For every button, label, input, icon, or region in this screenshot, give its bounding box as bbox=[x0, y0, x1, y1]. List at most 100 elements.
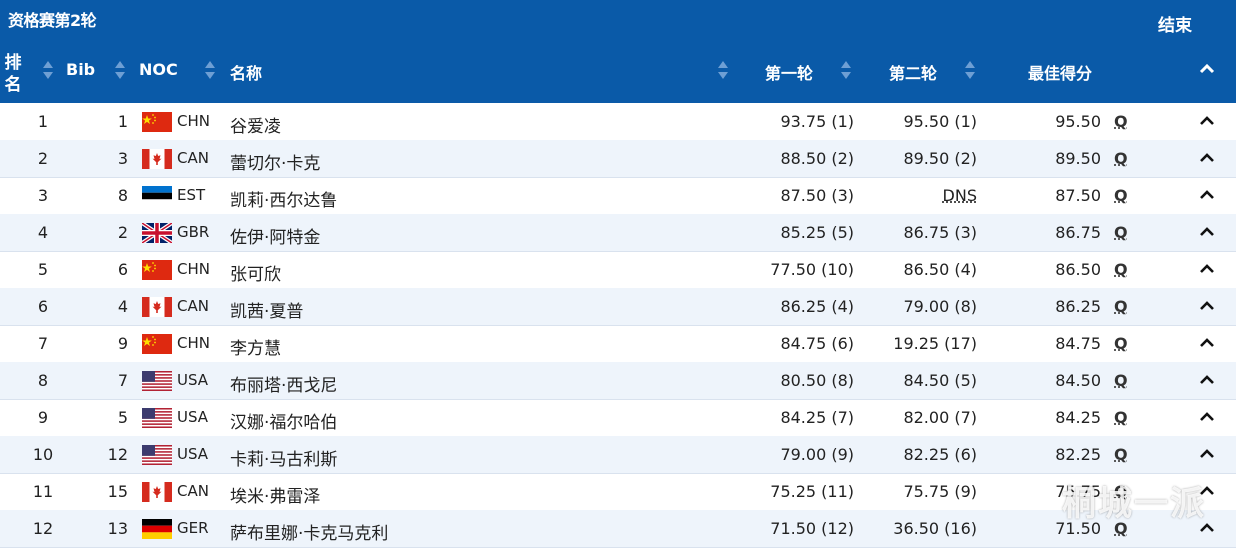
noc-cell: GER bbox=[177, 519, 209, 537]
row-expand-chevron-icon[interactable] bbox=[1198, 261, 1216, 277]
row-expand-chevron-icon[interactable] bbox=[1198, 335, 1216, 351]
flag-chn-icon bbox=[142, 334, 172, 354]
qualified-badge[interactable]: Q bbox=[1114, 186, 1128, 205]
qualified-badge[interactable]: Q bbox=[1114, 445, 1128, 464]
table-row[interactable]: 9 5 USA 汉娜·福尔哈伯 84.25 (7) 82.00 (7) 84.25 Q bbox=[0, 399, 1236, 437]
rank-cell: 9 bbox=[28, 408, 58, 427]
noc-cell: USA bbox=[177, 408, 208, 426]
flag-gbr-icon bbox=[142, 223, 172, 243]
athlete-name[interactable]: 埃米·弗雷泽 bbox=[230, 482, 320, 507]
watermark: 桐城一派 bbox=[1062, 476, 1206, 525]
qualified-badge[interactable]: Q bbox=[1114, 297, 1128, 316]
best-score: 95.50 bbox=[1020, 112, 1101, 131]
col-best-header[interactable]: 最佳得分 bbox=[1028, 60, 1092, 84]
col-run1-header[interactable]: 第一轮 bbox=[765, 60, 813, 84]
flag-can-icon bbox=[142, 149, 172, 169]
qualified-badge[interactable]: Q bbox=[1114, 149, 1128, 168]
rank-cell: 1 bbox=[28, 112, 58, 131]
table-row[interactable]: 6 4 CAN 凯茜·夏普 86.25 (4) 79.00 (8) 86.25 Q bbox=[0, 288, 1236, 326]
rank-cell: 10 bbox=[28, 445, 58, 464]
best-score: 82.25 bbox=[1020, 445, 1101, 464]
table-row[interactable]: 1 1 CHN 谷爱凌 93.75 (1) 95.50 (1) 95.50 Q bbox=[0, 103, 1236, 141]
athlete-name[interactable]: 布丽塔·西戈尼 bbox=[230, 371, 337, 396]
table-row[interactable]: 12 13 GER 萨布里娜·卡克马克利 71.50 (12) 36.50 (16) 71.… bbox=[0, 510, 1236, 548]
flag-usa-icon bbox=[142, 445, 172, 465]
col-name-header[interactable]: 名称 bbox=[230, 60, 262, 84]
rank-cell: 6 bbox=[28, 297, 58, 316]
athlete-name[interactable]: 萨布里娜·卡克马克利 bbox=[230, 519, 388, 544]
athlete-name[interactable]: 张可欣 bbox=[230, 260, 281, 285]
col-rank-header[interactable]: 排名 bbox=[2, 52, 24, 96]
athlete-name[interactable]: 卡莉·马古利斯 bbox=[230, 445, 337, 470]
run2-score: 82.00 (7) bbox=[880, 408, 977, 427]
athlete-name[interactable]: 凯茜·夏普 bbox=[230, 297, 303, 322]
run2-score: 95.50 (1) bbox=[880, 112, 977, 131]
sort-bib-icon[interactable] bbox=[114, 61, 126, 81]
athlete-name[interactable]: 凯莉·西尔达鲁 bbox=[230, 186, 337, 211]
run2-score: 36.50 (16) bbox=[880, 519, 977, 538]
status-label: 结束 bbox=[1158, 11, 1192, 36]
athlete-name[interactable]: 谷爱凌 bbox=[230, 112, 281, 137]
qualified-badge[interactable]: Q bbox=[1114, 112, 1128, 131]
sort-run1-icon[interactable] bbox=[840, 61, 852, 81]
athlete-name[interactable]: 汉娜·福尔哈伯 bbox=[230, 408, 337, 433]
col-noc-header[interactable]: NOC bbox=[139, 60, 178, 79]
bib-cell: 1 bbox=[96, 112, 128, 131]
qualified-badge[interactable]: Q bbox=[1114, 408, 1128, 427]
flag-chn-icon bbox=[142, 112, 172, 132]
run1-score: 93.75 (1) bbox=[760, 112, 854, 131]
run2-score: 19.25 (17) bbox=[880, 334, 977, 353]
table-row[interactable]: 4 2 GBR 佐伊·阿特金 85.25 (5) 86.75 (3) 86.75 Q bbox=[0, 214, 1236, 252]
col-bib-header[interactable]: Bib bbox=[66, 60, 95, 79]
row-expand-chevron-icon[interactable] bbox=[1198, 113, 1216, 129]
row-expand-chevron-icon[interactable] bbox=[1198, 298, 1216, 314]
col-run2-header[interactable]: 第二轮 bbox=[889, 60, 937, 84]
best-score: 84.50 bbox=[1020, 371, 1101, 390]
row-expand-chevron-icon[interactable] bbox=[1198, 187, 1216, 203]
qualified-badge[interactable]: Q bbox=[1114, 223, 1128, 242]
rank-cell: 12 bbox=[28, 519, 58, 538]
flag-chn-icon bbox=[142, 260, 172, 280]
run2-score: 82.25 (6) bbox=[880, 445, 977, 464]
row-expand-chevron-icon[interactable] bbox=[1198, 409, 1216, 425]
table-row[interactable]: 3 8 EST 凯莉·西尔达鲁 87.50 (3) DNS 87.50 Q bbox=[0, 177, 1236, 215]
qualified-badge[interactable]: Q bbox=[1114, 371, 1128, 390]
noc-cell: CHN bbox=[177, 334, 210, 352]
athlete-name[interactable]: 佐伊·阿特金 bbox=[230, 223, 320, 248]
athlete-name[interactable]: 蕾切尔·卡克 bbox=[230, 149, 320, 174]
run2-score: 86.50 (4) bbox=[880, 260, 977, 279]
best-score: 84.75 bbox=[1020, 334, 1101, 353]
run1-score: 86.25 (4) bbox=[760, 297, 854, 316]
table-row[interactable]: 11 15 CAN 埃米·弗雷泽 75.25 (11) 75.75 (9) 75.75 Q bbox=[0, 473, 1236, 511]
run1-score: 84.75 (6) bbox=[760, 334, 854, 353]
qualified-badge[interactable]: Q bbox=[1114, 260, 1128, 279]
run1-score: 88.50 (2) bbox=[760, 149, 854, 168]
rank-cell: 3 bbox=[28, 186, 58, 205]
run1-score: 87.50 (3) bbox=[760, 186, 854, 205]
athlete-name[interactable]: 李方慧 bbox=[230, 334, 281, 359]
sort-rank-icon[interactable] bbox=[42, 61, 54, 81]
table-row[interactable]: 7 9 CHN 李方慧 84.75 (6) 19.25 (17) 84.75 Q bbox=[0, 325, 1236, 363]
table-row[interactable]: 10 12 USA 卡莉·马古利斯 79.00 (9) 82.25 (6) 82.25 Q bbox=[0, 436, 1236, 474]
sort-noc-icon[interactable] bbox=[204, 61, 216, 81]
qualified-badge[interactable]: Q bbox=[1114, 334, 1128, 353]
rank-cell: 7 bbox=[28, 334, 58, 353]
bib-cell: 7 bbox=[96, 371, 128, 390]
collapse-all-chevron-icon[interactable] bbox=[1196, 58, 1218, 80]
run2-score: 79.00 (8) bbox=[880, 297, 977, 316]
row-expand-chevron-icon[interactable] bbox=[1198, 372, 1216, 388]
row-expand-chevron-icon[interactable] bbox=[1198, 224, 1216, 240]
row-expand-chevron-icon[interactable] bbox=[1198, 446, 1216, 462]
table-row[interactable]: 5 6 CHN 张可欣 77.50 (10) 86.50 (4) 86.50 Q bbox=[0, 251, 1236, 289]
table-header: 资格赛第2轮 结束 排名 Bib NOC 名称 第一轮 第二轮 最佳得分 bbox=[0, 0, 1236, 103]
table-row[interactable]: 8 7 USA 布丽塔·西戈尼 80.50 (8) 84.50 (5) 84.50 Q bbox=[0, 362, 1236, 400]
flag-usa-icon bbox=[142, 408, 172, 428]
row-expand-chevron-icon[interactable] bbox=[1198, 150, 1216, 166]
noc-cell: USA bbox=[177, 371, 208, 389]
table-row[interactable]: 2 3 CAN 蕾切尔·卡克 88.50 (2) 89.50 (2) 89.50 Q bbox=[0, 140, 1236, 178]
noc-cell: CAN bbox=[177, 149, 209, 167]
bib-cell: 3 bbox=[96, 149, 128, 168]
noc-cell: CAN bbox=[177, 482, 209, 500]
sort-name-icon[interactable] bbox=[717, 61, 729, 81]
sort-run2-icon[interactable] bbox=[964, 61, 976, 81]
